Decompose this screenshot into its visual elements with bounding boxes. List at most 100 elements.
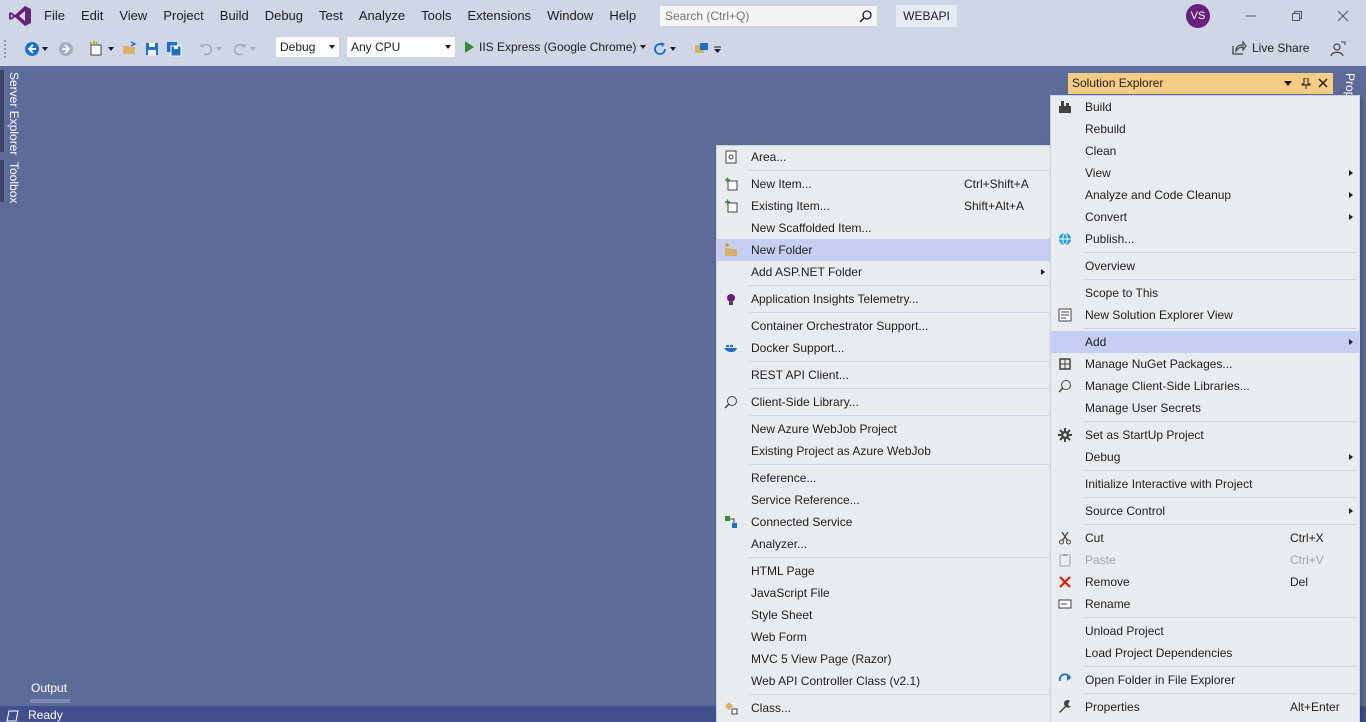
add_menu-add-asp-net-folder[interactable]: Add ASP.NET Folder	[717, 261, 1051, 283]
restore-button[interactable]	[1274, 0, 1320, 32]
project_menu-build[interactable]: Build	[1051, 96, 1359, 118]
project_menu-cut[interactable]: Cut Ctrl+X	[1051, 527, 1359, 549]
minimize-button[interactable]	[1228, 0, 1274, 32]
add_menu-new-item[interactable]: New Item... Ctrl+Shift+A	[717, 173, 1051, 195]
add_menu-docker-support[interactable]: Docker Support...	[717, 337, 1051, 359]
add_menu-container-orchestrator-support[interactable]: Container Orchestrator Support...	[717, 315, 1051, 337]
undo-dropdown[interactable]	[214, 39, 224, 59]
new-dropdown[interactable]	[106, 39, 116, 59]
add_menu-class[interactable]: Class...	[717, 697, 1051, 719]
project_menu-source-control[interactable]: Source Control	[1051, 500, 1359, 522]
project_menu-overview[interactable]: Overview	[1051, 255, 1359, 277]
add_menu-style-sheet[interactable]: Style Sheet	[717, 604, 1051, 626]
output-tab[interactable]: Output	[31, 681, 67, 695]
user-avatar[interactable]: VS	[1186, 4, 1210, 28]
project_menu-convert[interactable]: Convert	[1051, 206, 1359, 228]
project_menu-debug[interactable]: Debug	[1051, 446, 1359, 468]
project_menu-manage-nuget-packages[interactable]: Manage NuGet Packages...	[1051, 353, 1359, 375]
close-icon[interactable]	[1318, 78, 1328, 88]
add_menu-connected-service[interactable]: Connected Service	[717, 511, 1051, 533]
project_menu-scope-to-this[interactable]: Scope to This	[1051, 282, 1359, 304]
undo-button[interactable]	[196, 39, 216, 59]
open-file-button[interactable]	[120, 39, 140, 59]
add_menu-analyzer[interactable]: Analyzer...	[717, 533, 1051, 555]
menu-build[interactable]: Build	[212, 0, 257, 32]
menu-test[interactable]: Test	[311, 0, 351, 32]
project_menu-set-as-startup-project[interactable]: Set as StartUp Project	[1051, 424, 1359, 446]
chevron-down-icon[interactable]	[1284, 81, 1292, 86]
save-button[interactable]	[142, 39, 162, 59]
redo-dropdown[interactable]	[248, 39, 258, 59]
configuration-select[interactable]: Debug	[275, 36, 340, 58]
browser-refresh-button[interactable]	[650, 39, 670, 59]
add_menu-rest-api-client[interactable]: REST API Client...	[717, 364, 1051, 386]
project_menu-add[interactable]: Add	[1051, 331, 1359, 353]
server-explorer-tab[interactable]: Server Explorer	[7, 72, 21, 155]
menu-file[interactable]: File	[36, 0, 73, 32]
add_menu-client-side-library[interactable]: Client-Side Library...	[717, 391, 1051, 413]
navigate-back-button[interactable]	[22, 39, 42, 59]
platform-select[interactable]: Any CPU	[346, 36, 456, 58]
project_menu-open-folder-in-file-explorer[interactable]: Open Folder in File Explorer	[1051, 669, 1359, 691]
project_menu-manage-user-secrets[interactable]: Manage User Secrets	[1051, 397, 1359, 419]
project_menu-new-solution-explorer-view[interactable]: New Solution Explorer View	[1051, 304, 1359, 326]
menu-tools[interactable]: Tools	[413, 0, 459, 32]
navigate-forward-button[interactable]	[56, 39, 76, 59]
add_menu-new-folder[interactable]: New Folder	[717, 239, 1051, 261]
redo-button[interactable]	[230, 39, 250, 59]
project_menu-load-project-dependencies[interactable]: Load Project Dependencies	[1051, 642, 1359, 664]
close-window-button[interactable]	[1320, 0, 1366, 32]
add_menu-area[interactable]: Area...	[717, 146, 1051, 168]
project_menu-rename[interactable]: Rename	[1051, 593, 1359, 615]
project_menu-clean[interactable]: Clean	[1051, 140, 1359, 162]
add_menu-service-reference[interactable]: Service Reference...	[717, 489, 1051, 511]
add_menu-existing-project-as-azure-webjob[interactable]: Existing Project as Azure WebJob	[717, 440, 1051, 462]
save-all-button[interactable]	[164, 39, 184, 59]
back-dropdown[interactable]	[40, 39, 50, 59]
live-share-button[interactable]: Live Share	[1231, 37, 1309, 59]
add_menu-new-azure-webjob-project[interactable]: New Azure WebJob Project	[717, 418, 1051, 440]
menu-window[interactable]: Window	[539, 0, 601, 32]
project_menu-paste[interactable]: Paste Ctrl+V	[1051, 549, 1359, 571]
pin-icon[interactable]	[1301, 78, 1311, 89]
search-icon[interactable]	[859, 9, 873, 23]
menu-view[interactable]: View	[111, 0, 155, 32]
menu-debug[interactable]: Debug	[257, 0, 311, 32]
add_menu-existing-item[interactable]: Existing Item... Shift+Alt+A	[717, 195, 1051, 217]
add_menu-javascript-file[interactable]: JavaScript File	[717, 582, 1051, 604]
toolbar-overflow[interactable]	[712, 39, 722, 59]
project_menu-publish[interactable]: Publish...	[1051, 228, 1359, 250]
solution-explorer-header[interactable]: Solution Explorer	[1068, 73, 1333, 94]
search-box[interactable]	[659, 5, 878, 27]
add_menu-mvc-5-view-page-razor[interactable]: MVC 5 View Page (Razor)	[717, 648, 1051, 670]
project_menu-manage-client-side-libraries[interactable]: Manage Client-Side Libraries...	[1051, 375, 1359, 397]
project_menu-analyze-and-code-cleanup[interactable]: Analyze and Code Cleanup	[1051, 184, 1359, 206]
menu-analyze[interactable]: Analyze	[351, 0, 413, 32]
project_menu-remove[interactable]: Remove Del	[1051, 571, 1359, 593]
new-project-button[interactable]	[86, 39, 106, 59]
add_menu-reference[interactable]: Reference...	[717, 467, 1051, 489]
project_menu-view[interactable]: View	[1051, 162, 1359, 184]
menu-extensions[interactable]: Extensions	[459, 0, 539, 32]
start-debugging-button[interactable]: IIS Express (Google Chrome)	[463, 36, 647, 58]
add_menu-web-api-controller-class-v2-1[interactable]: Web API Controller Class (v2.1)	[717, 670, 1051, 692]
menu-edit[interactable]: Edit	[73, 0, 111, 32]
project_menu-initialize-interactive-with-project[interactable]: Initialize Interactive with Project	[1051, 473, 1359, 495]
project_menu-unload-project[interactable]: Unload Project	[1051, 620, 1359, 642]
add_menu-new-scaffolded-item[interactable]: New Scaffolded Item...	[717, 217, 1051, 239]
add_menu-html-page[interactable]: HTML Page	[717, 560, 1051, 582]
menu-help[interactable]: Help	[601, 0, 644, 32]
refresh-dropdown[interactable]	[668, 39, 678, 59]
toolbox-tab[interactable]: Toolbox	[7, 162, 21, 203]
menu-item-label: New Item...	[751, 177, 812, 191]
add_menu-application-insights-telemetry[interactable]: Application Insights Telemetry...	[717, 288, 1051, 310]
project_menu-properties[interactable]: Properties Alt+Enter	[1051, 696, 1359, 718]
toolbar-grip[interactable]	[4, 40, 8, 58]
feedback-button[interactable]	[1328, 39, 1348, 59]
solution-explorer-toolbar-button[interactable]	[692, 39, 712, 59]
chevron-down-icon[interactable]	[640, 45, 647, 49]
menu-project[interactable]: Project	[155, 0, 211, 32]
project_menu-rebuild[interactable]: Rebuild	[1051, 118, 1359, 140]
search-input[interactable]	[660, 6, 850, 26]
add_menu-web-form[interactable]: Web Form	[717, 626, 1051, 648]
